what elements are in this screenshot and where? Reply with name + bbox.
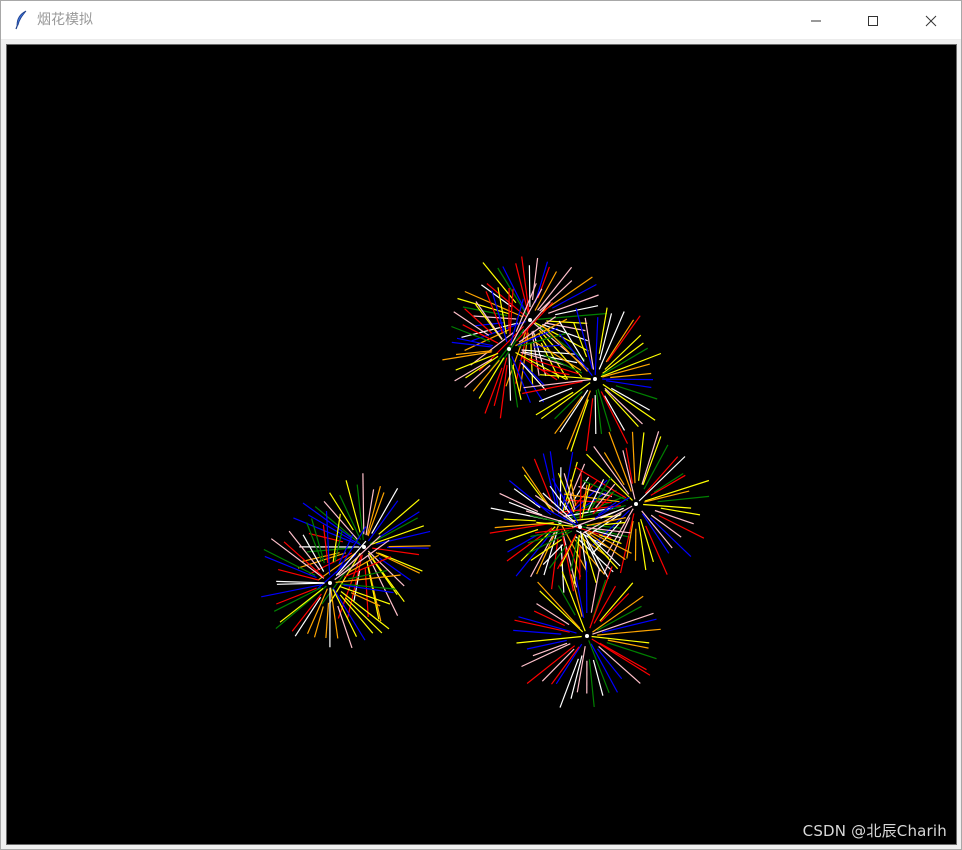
feather-icon — [14, 10, 28, 30]
firework-spark — [660, 507, 701, 516]
firework-burst — [293, 473, 431, 622]
window-title: 烟花模拟 — [37, 12, 93, 28]
firework-spark — [535, 312, 608, 321]
firework-spark — [597, 628, 661, 636]
firework-spark — [503, 518, 536, 522]
firework-spark — [546, 320, 588, 324]
close-icon — [925, 15, 937, 26]
firework-spark — [473, 315, 517, 320]
watermark: CSDN @北辰Charih — [802, 822, 947, 840]
firework-spark — [454, 358, 493, 382]
firework-core — [528, 318, 532, 322]
firework-spark — [556, 533, 577, 570]
firework-spark — [313, 606, 324, 638]
firework-spark — [518, 616, 577, 634]
firework-spark — [386, 546, 429, 549]
firework-spark — [592, 579, 607, 618]
firework-spark — [276, 587, 317, 605]
close-button[interactable] — [902, 1, 960, 40]
fireworks-drawing — [261, 256, 710, 708]
firework-core — [328, 581, 332, 585]
title-bar[interactable]: 烟花模拟 — [1, 1, 961, 40]
firework-spark — [371, 488, 399, 534]
firework-spark — [499, 365, 508, 419]
maximize-icon — [868, 15, 878, 26]
firework-spark — [658, 514, 705, 539]
firework-spark — [367, 566, 382, 622]
firework-core — [507, 347, 511, 351]
firework-spark — [559, 389, 589, 433]
firework-spark — [526, 645, 576, 684]
app-window: 烟花模拟 CSDN @北辰Charih — [0, 0, 962, 850]
minimize-icon — [811, 20, 821, 21]
firework-spark — [541, 648, 575, 682]
firework-spark — [365, 489, 375, 536]
firework-burst — [513, 561, 661, 708]
firework-spark — [325, 602, 330, 639]
firework-spark — [362, 473, 365, 535]
firework-spark — [537, 266, 573, 311]
firework-spark — [584, 317, 595, 370]
firework-spark — [643, 503, 692, 509]
firework-spark — [631, 431, 636, 484]
maximize-button[interactable] — [844, 1, 902, 40]
firework-spark — [388, 545, 431, 548]
minimize-button[interactable] — [787, 1, 845, 40]
firework-spark — [261, 584, 322, 598]
firework-spark — [516, 635, 582, 644]
firework-spark — [594, 395, 597, 435]
firework-spark — [570, 479, 577, 506]
firework-spark — [599, 642, 647, 671]
firework-spark — [591, 635, 650, 644]
firework-core — [593, 377, 597, 381]
firework-spark — [642, 436, 662, 486]
firework-spark — [539, 590, 584, 633]
firework-spark — [594, 317, 599, 376]
firework-spark — [610, 372, 652, 379]
firework-spark — [276, 582, 325, 585]
firework-spark — [375, 552, 420, 574]
firework-spark — [600, 593, 630, 623]
firework-spark — [638, 432, 645, 481]
firework-spark — [566, 390, 591, 450]
firework-spark — [585, 398, 594, 452]
firework-spark — [645, 525, 668, 575]
firework-spark — [505, 528, 539, 542]
firework-spark — [513, 629, 562, 635]
firework-spark — [641, 510, 673, 549]
firework-core — [585, 634, 589, 638]
fireworks-canvas[interactable] — [6, 44, 957, 845]
firework-spark — [378, 511, 420, 538]
firework-spark — [276, 580, 324, 584]
firework-core — [578, 525, 582, 529]
firework-spark — [367, 492, 385, 537]
firework-spark — [602, 378, 654, 381]
firework-spark — [332, 587, 366, 641]
firework-spark — [481, 284, 512, 307]
firework-core — [634, 502, 638, 506]
firework-spark — [339, 494, 362, 540]
firework-spark — [531, 257, 539, 300]
firework-spark — [603, 452, 625, 486]
firework-spark — [607, 639, 649, 649]
firework-spark — [588, 659, 595, 708]
firework-spark — [638, 522, 647, 571]
firework-spark — [606, 380, 652, 389]
firework-spark — [559, 658, 579, 708]
firework-spark — [552, 283, 597, 309]
firework-spark — [579, 472, 582, 520]
client-area — [4, 42, 959, 847]
firework-spark — [514, 619, 570, 633]
firework-spark — [640, 519, 654, 563]
